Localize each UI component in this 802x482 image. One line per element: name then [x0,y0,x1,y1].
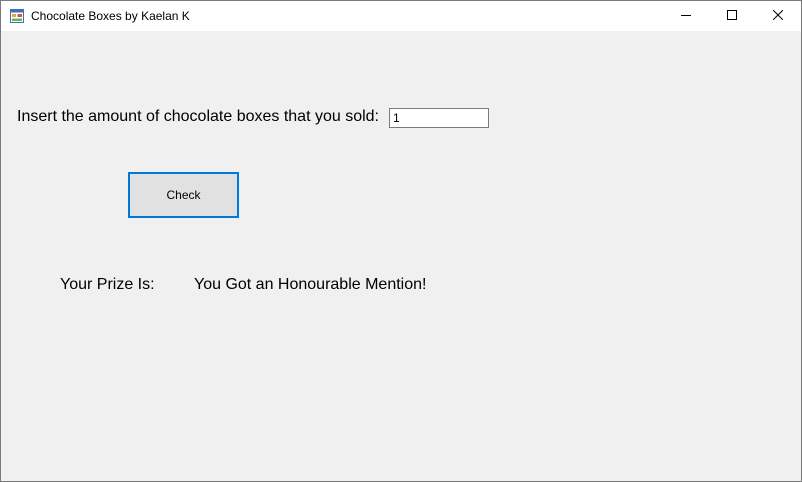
close-button[interactable] [755,1,801,31]
quantity-input[interactable] [389,108,489,128]
minimize-icon [681,7,691,25]
app-window: Chocolate Boxes by Kaelan K Insert the a… [0,0,802,482]
prize-result-text: You Got an Honourable Mention! [194,276,427,293]
maximize-button[interactable] [709,1,755,31]
winforms-app-icon [10,9,24,23]
prize-label: Your Prize Is: [60,276,155,293]
title-bar[interactable]: Chocolate Boxes by Kaelan K [1,1,801,31]
form-client-area: Insert the amount of chocolate boxes tha… [1,31,801,481]
close-icon [772,7,784,25]
check-button[interactable]: Check [128,172,239,218]
window-title: Chocolate Boxes by Kaelan K [31,9,190,23]
maximize-icon [727,7,737,25]
minimize-button[interactable] [663,1,709,31]
quantity-prompt-label: Insert the amount of chocolate boxes tha… [17,108,379,125]
